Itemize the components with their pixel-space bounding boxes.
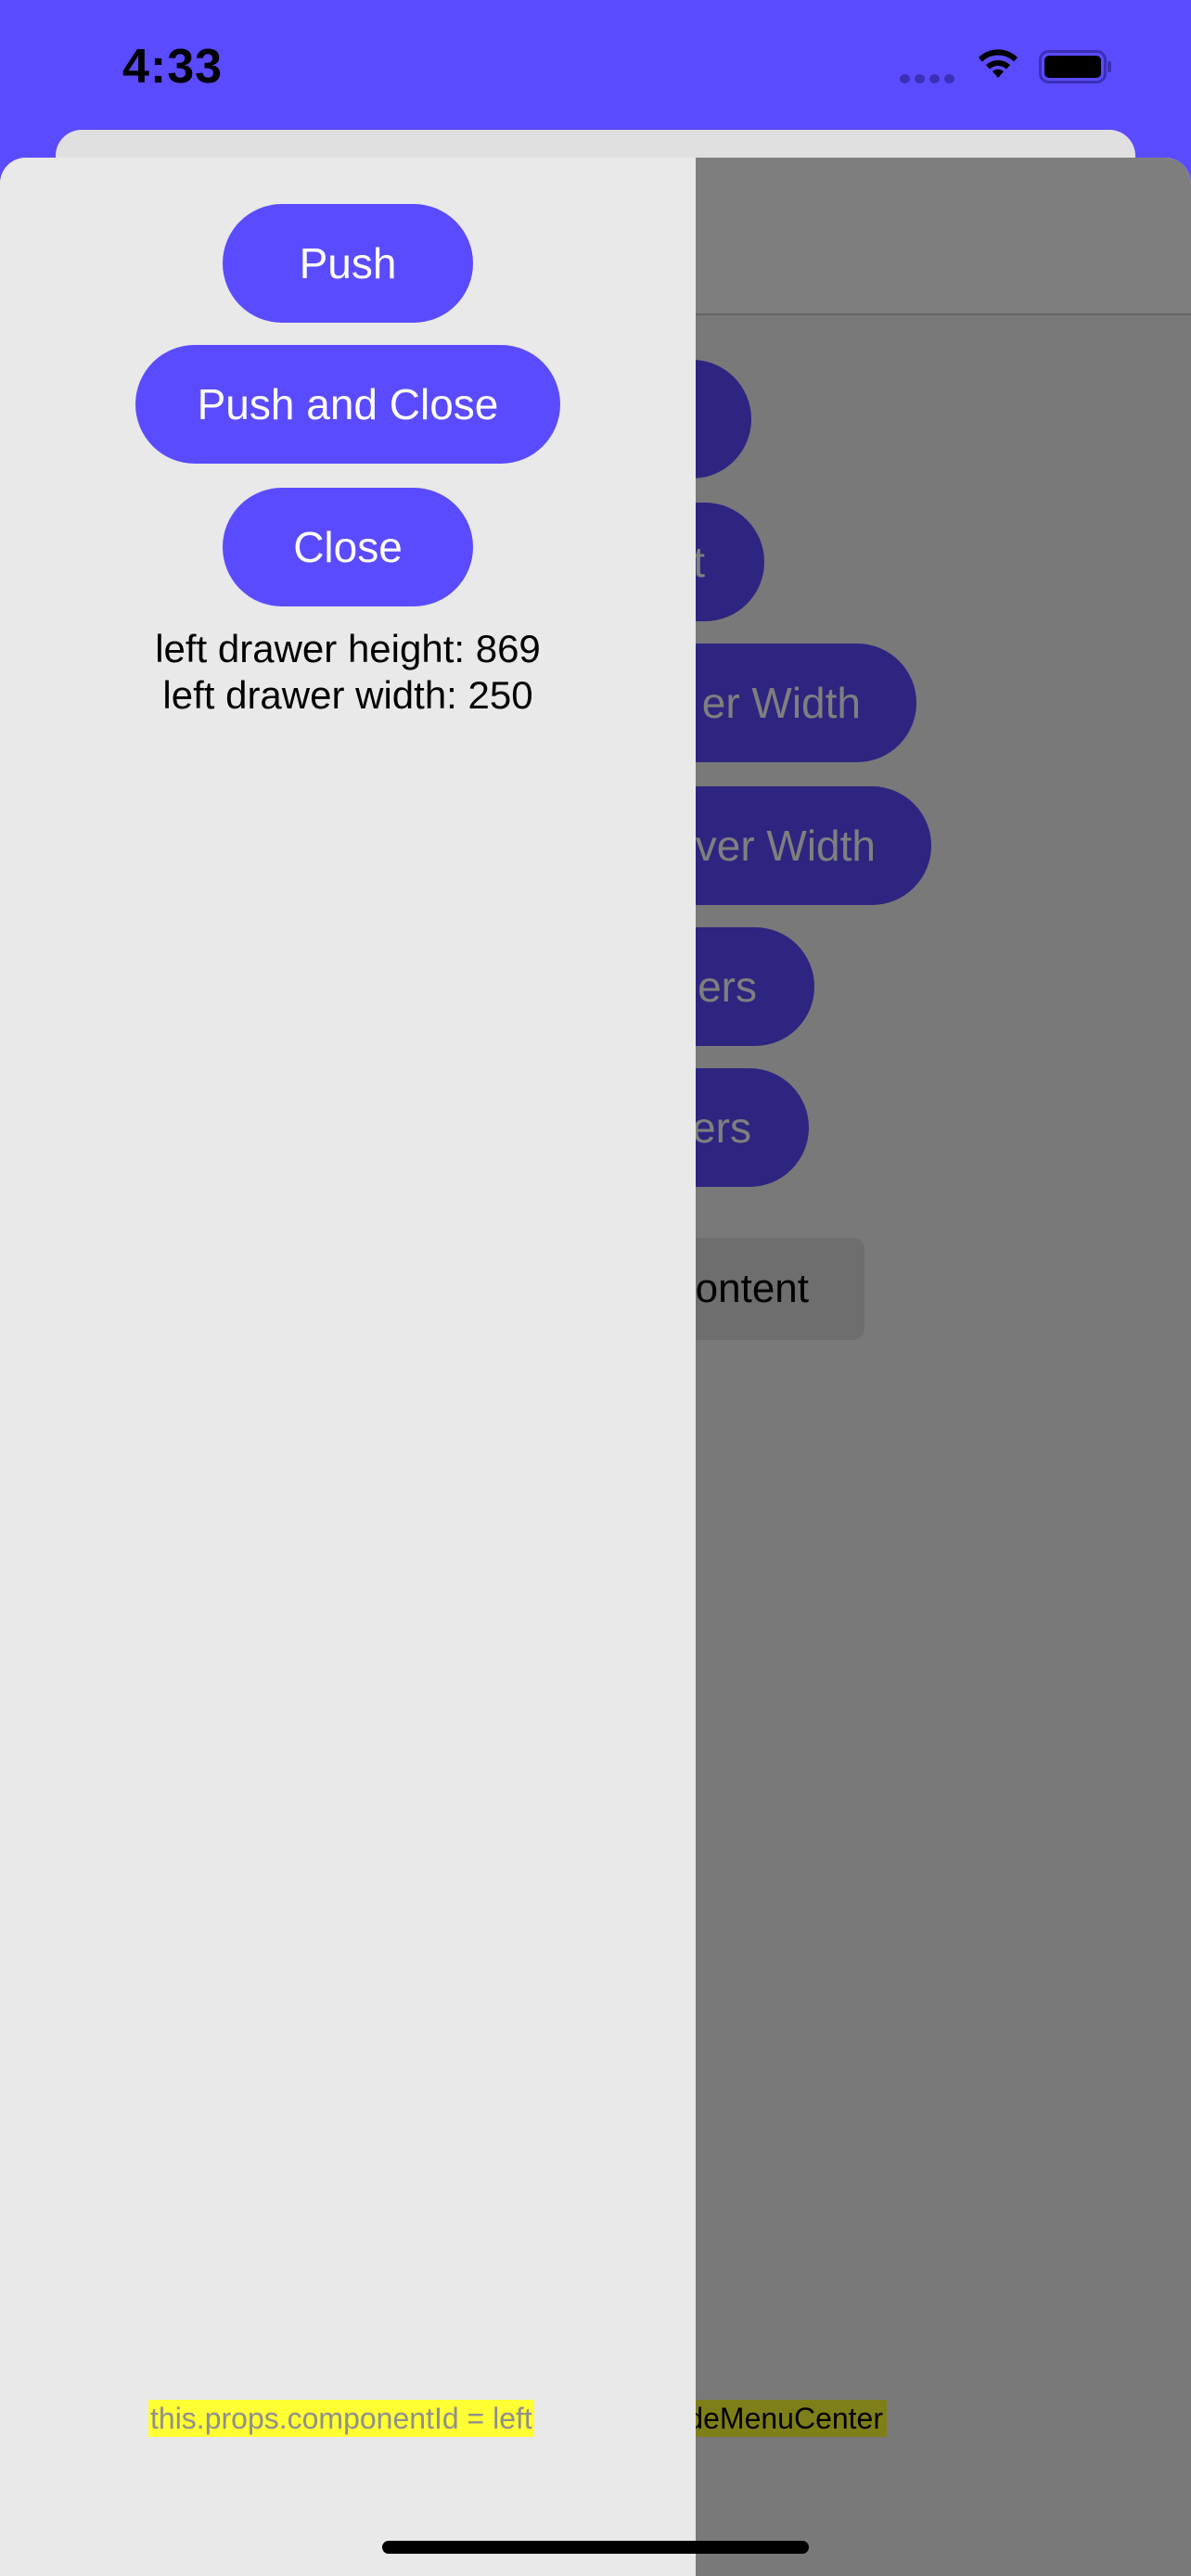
status-bar: 4:33 bbox=[0, 0, 1191, 139]
battery-icon bbox=[1039, 50, 1111, 83]
push-and-close-button[interactable]: Push and Close bbox=[135, 345, 560, 464]
wifi-icon bbox=[979, 49, 1018, 78]
home-indicator[interactable] bbox=[382, 2541, 809, 2554]
push-button[interactable]: Push bbox=[223, 204, 473, 323]
drawer-height-text: left drawer height: 869 bbox=[155, 627, 541, 670]
status-time: 4:33 bbox=[122, 40, 224, 94]
close-button[interactable]: Close bbox=[223, 488, 473, 606]
drawer-width-text: left drawer width: 250 bbox=[162, 673, 533, 717]
left-drawer: Push Push and Close Close left drawer he… bbox=[0, 158, 696, 2576]
cellular-signal-icon bbox=[900, 74, 957, 83]
drawer-component-id-label: this.props.componentId = left bbox=[148, 2400, 534, 2437]
